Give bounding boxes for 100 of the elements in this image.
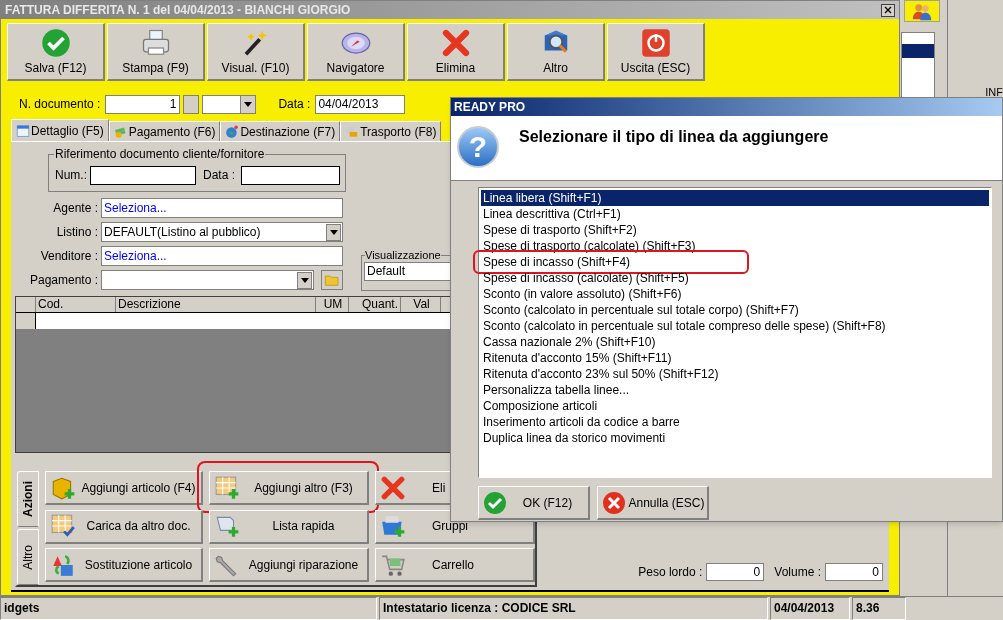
field-label: Data : [203, 167, 236, 184]
panel-label: INF [985, 85, 1003, 100]
grid-plus-icon [214, 474, 240, 501]
selected-row [902, 44, 934, 58]
selection-field[interactable]: Seleziona... [101, 198, 343, 218]
field-label: Data : [278, 96, 311, 113]
selection-field[interactable]: Seleziona... [101, 246, 343, 266]
list-item[interactable]: Sconto (calcolato in percentuale sul totale compreso delle spese) (Shift+F8) [481, 318, 991, 334]
column-header[interactable]: Descrizione [116, 297, 316, 312]
action-button[interactable]: Carica da altro doc. [45, 509, 203, 544]
cross-icon [380, 474, 406, 501]
dropdown-field[interactable] [101, 270, 314, 290]
number-field[interactable]: 0 [706, 563, 765, 581]
view-field[interactable]: Default [364, 262, 451, 281]
tab[interactable]: Destinazione (F7) [220, 121, 341, 141]
action-button[interactable]: Aggiungi articolo (F4) [45, 471, 203, 505]
field-label: N. documento : [19, 96, 101, 113]
field-label: Volume : [774, 564, 821, 581]
basket-plus-icon [380, 513, 406, 540]
column-header[interactable]: Quant. [349, 297, 401, 312]
grid-check-icon [50, 513, 76, 540]
calendar-icon [16, 123, 30, 138]
column-header[interactable]: UM [316, 297, 349, 312]
series-dropdown[interactable] [202, 94, 257, 114]
small-button[interactable] [183, 94, 200, 114]
cross-icon [602, 490, 626, 515]
toolbar-button[interactable]: Salva (F12) [7, 23, 105, 81]
group-title: Visualizzazione [365, 248, 441, 262]
toolbar-button[interactable]: Uscita (ESC) [607, 23, 705, 81]
help-icon: ? [457, 126, 499, 168]
caret-icon [244, 101, 253, 107]
toolbar-button[interactable]: Elimina [407, 23, 505, 81]
list-item[interactable]: Ritenuta d'acconto 23% sul 50% (Shift+F12) [481, 366, 991, 382]
toolbar-button[interactable]: Altro [507, 23, 605, 81]
list-item[interactable]: Linea descrittiva (Ctrl+F1) [481, 206, 991, 222]
action-button[interactable]: Carrello [375, 548, 535, 583]
cancel-button[interactable]: Annulla (ESC) [597, 486, 709, 520]
side-tab[interactable]: Azioni [17, 471, 39, 527]
list-item[interactable]: Personalizza tabella linee... [481, 382, 991, 398]
printer-icon [140, 28, 171, 58]
column-header[interactable]: Cod. [36, 297, 116, 312]
folder-button[interactable] [321, 270, 343, 290]
window-title: FATTURA DIFFERITA N. 1 del 04/04/2013 - BIANCHI GIORGIO [5, 2, 351, 19]
dropdown-field[interactable]: DEFAULT(Listino al pubblico) [101, 222, 343, 242]
number-field[interactable] [90, 165, 196, 185]
action-button[interactable]: Aggiungi riparazione [209, 548, 369, 583]
list-item[interactable]: Ritenuta d'acconto 15% (Shift+F11) [481, 350, 991, 366]
caret-icon [329, 229, 338, 235]
close-button[interactable] [881, 3, 895, 17]
caret-icon [300, 277, 309, 283]
group-title: Riferimento documento cliente/fornitore [54, 147, 266, 161]
list-item[interactable]: Linea libera (Shift+F1) [481, 190, 989, 206]
users-icon [912, 1, 932, 21]
users-button[interactable] [904, 0, 940, 22]
document-number-field[interactable]: 1 [105, 94, 181, 114]
status-field: 8.36 [852, 597, 906, 620]
number-field[interactable]: 0 [825, 563, 883, 581]
side-tab[interactable]: Altro [17, 529, 39, 585]
action-button[interactable]: Sostituzione articolo [45, 548, 203, 583]
check-icon [483, 490, 507, 515]
cross-icon [440, 28, 471, 58]
list-item[interactable]: Composizione articoli [481, 398, 991, 414]
ok-button[interactable]: OK (F12) [478, 486, 590, 520]
field-label: Num.: [55, 167, 87, 184]
dialog-message: Selezionare il tipo di linea da aggiungere [519, 127, 829, 147]
field-label: Venditore : [39, 248, 99, 265]
date-field[interactable]: 04/04/2013 [315, 94, 406, 114]
toolbar-button[interactable]: Visual. (F10) [207, 23, 305, 81]
field-label: Pagamento : [28, 272, 99, 289]
list-item[interactable]: Sconto (calcolato in percentuale sul totale corpo) (Shift+F7) [481, 302, 991, 318]
action-button[interactable]: Lista rapida [209, 509, 369, 544]
column-header[interactable]: Val [401, 297, 441, 312]
list-item[interactable]: Spese di trasporto (calcolate) (Shift+F3) [481, 238, 991, 254]
list-item[interactable]: Spese di incasso (Shift+F4) [481, 254, 991, 270]
check-icon [40, 28, 71, 58]
power-icon [640, 28, 671, 58]
list-item[interactable]: Spese di trasporto (Shift+F2) [481, 222, 991, 238]
truck-icon [345, 124, 360, 139]
list-item[interactable]: Sconto (in valore assoluto) (Shift+F6) [481, 286, 991, 302]
tab[interactable]: Trasporto (F8) [340, 121, 442, 141]
toolbar-button[interactable]: Navigatore [307, 23, 405, 81]
dialog-title: READY PRO [454, 99, 526, 116]
list-item[interactable]: Duplica linea da storico movimenti [481, 430, 991, 446]
close-icon [884, 6, 892, 14]
list-item[interactable]: Cassa nazionale 2% (Shift+F10) [481, 334, 991, 350]
field-label: Agente : [52, 200, 99, 217]
tab[interactable]: Dettaglio (F5) [11, 119, 109, 141]
status-field: Intestatario licenza : CODICE SRL [379, 597, 768, 620]
globe-icon [225, 124, 240, 139]
folder-icon [324, 272, 340, 288]
tab[interactable]: Pagamento (F6) [108, 121, 221, 141]
toolbar-button[interactable]: Stampa (F9) [107, 23, 205, 81]
field-label: Peso lordo : [638, 564, 703, 581]
status-field: 04/04/2013 [770, 597, 850, 620]
date-field[interactable] [241, 165, 341, 185]
list-item[interactable]: Inserimento articoli da codice a barre [481, 414, 991, 430]
action-button[interactable]: Aggiungi altro (F3) [209, 471, 369, 505]
list-item[interactable]: Spese di incasso (calcolate) (Shift+F5) [481, 270, 991, 286]
field-label: Listino : [55, 224, 99, 241]
status-field: idgets [0, 597, 377, 620]
